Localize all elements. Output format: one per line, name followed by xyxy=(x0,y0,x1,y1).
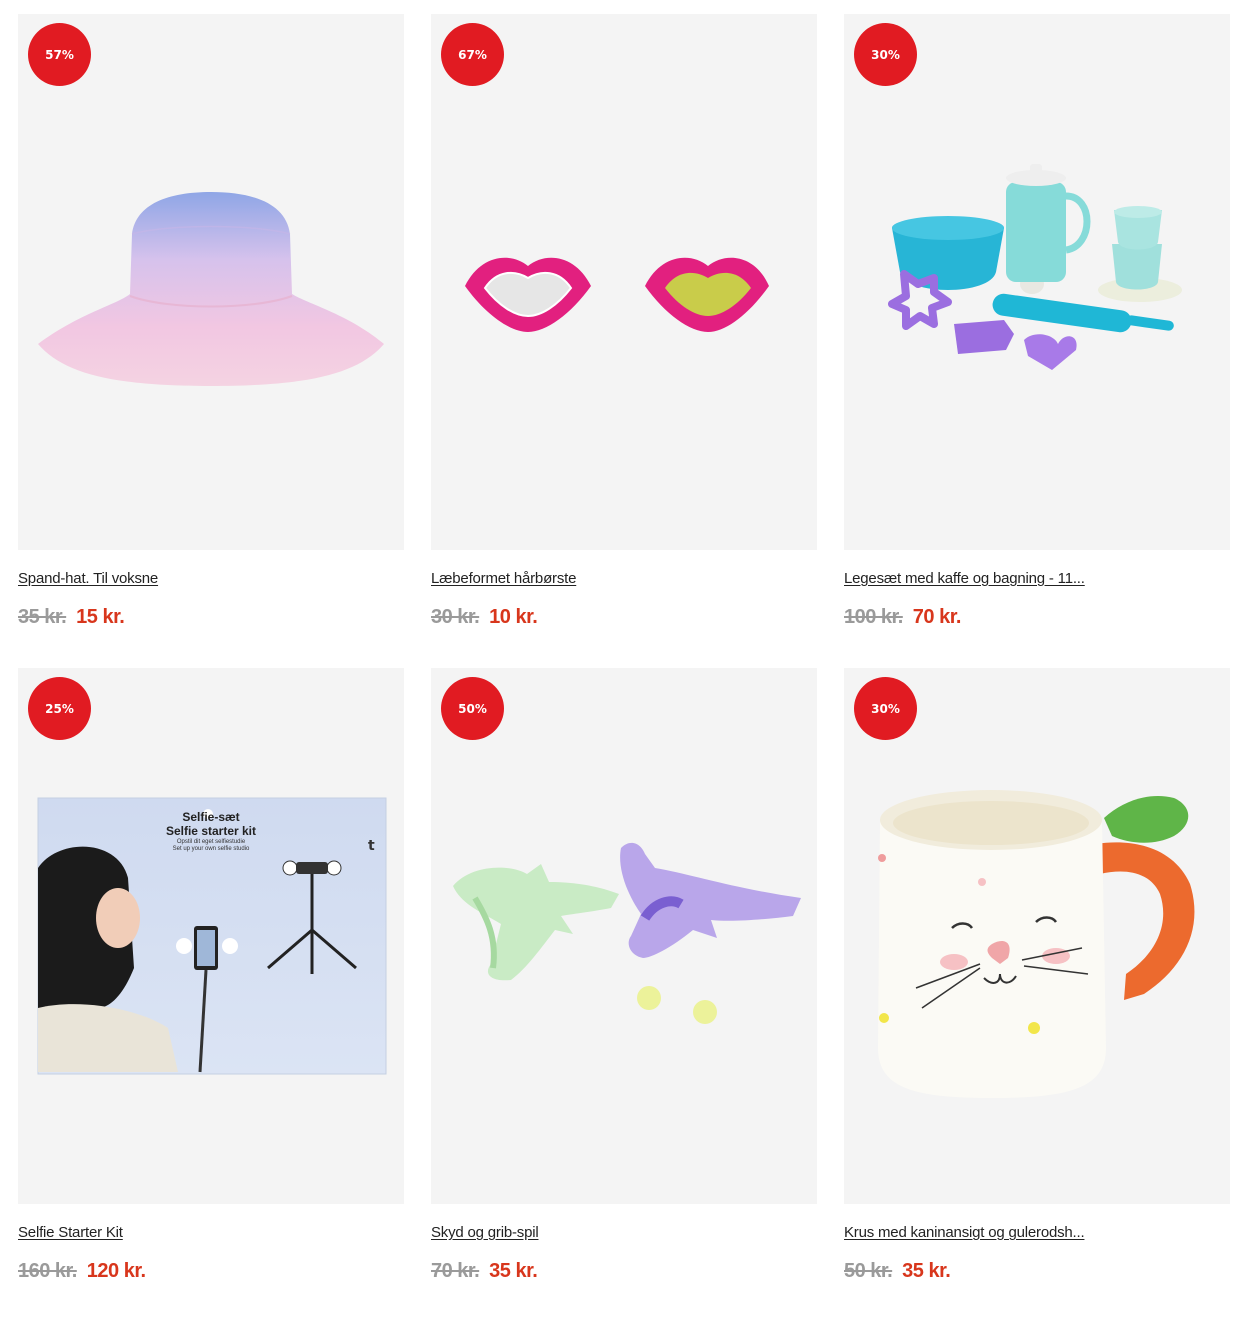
product-image[interactable]: 50% xyxy=(431,668,817,1204)
box-subtitle-1: Opstil dit eget selfiestudie xyxy=(176,839,246,845)
product-image[interactable]: 57% xyxy=(18,14,404,550)
bunny-mug-image xyxy=(878,790,1195,1098)
product-image[interactable]: 30% xyxy=(844,14,1230,550)
box-subtitle-2: Set up your own selfie studio xyxy=(172,846,250,852)
product-grid: 57% Spand-hat. Til voksne 35 kr. 15 kr. … xyxy=(18,14,1230,1322)
discount-badge: 67% xyxy=(441,23,504,86)
product-name-link[interactable]: Selfie Starter Kit xyxy=(18,1224,123,1241)
original-price: 160 kr. xyxy=(18,1260,77,1282)
sale-price: 10 kr. xyxy=(489,606,538,628)
price-row: 50 kr. 35 kr. xyxy=(844,1260,951,1283)
price-row: 35 kr. 15 kr. xyxy=(18,606,125,629)
product-card[interactable]: t Selfie-sæt Selfie starter kit Opstil d… xyxy=(18,668,404,1322)
svg-text:t: t xyxy=(368,838,375,854)
price-row: 70 kr. 35 kr. xyxy=(431,1260,538,1283)
product-card[interactable]: 30% Legesæt med kaffe og bagning - 11...… xyxy=(844,14,1230,668)
price-row: 100 kr. 70 kr. xyxy=(844,606,961,629)
original-price: 35 kr. xyxy=(18,606,67,628)
sale-price: 35 kr. xyxy=(489,1260,538,1282)
play-kitchen-set-image xyxy=(888,164,1182,370)
sale-price: 35 kr. xyxy=(902,1260,951,1282)
product-image[interactable]: t Selfie-sæt Selfie starter kit Opstil d… xyxy=(18,668,404,1204)
product-card[interactable]: 57% Spand-hat. Til voksne 35 kr. 15 kr. xyxy=(18,14,404,668)
box-title-2: Selfie starter kit xyxy=(165,824,257,838)
product-name-link[interactable]: Legesæt med kaffe og bagning - 11... xyxy=(844,570,1085,587)
price-row: 30 kr. 10 kr. xyxy=(431,606,538,629)
discount-badge: 30% xyxy=(854,23,917,86)
selfie-kit-image: t xyxy=(37,797,387,1075)
product-name-link[interactable]: Spand-hat. Til voksne xyxy=(18,570,158,587)
box-title-1: Selfie-sæt xyxy=(182,810,240,824)
product-image[interactable]: 67% xyxy=(431,14,817,550)
sale-price: 120 kr. xyxy=(86,1260,146,1282)
sale-price: 70 kr. xyxy=(912,606,962,628)
bucket-hat-image xyxy=(38,192,384,386)
discount-badge: 30% xyxy=(854,677,917,740)
original-price: 50 kr. xyxy=(844,1260,893,1282)
shark-grabbers-image xyxy=(453,842,801,1024)
product-card[interactable]: 30% Krus med kaninansigt og gulerodsh...… xyxy=(844,668,1230,1322)
discount-badge: 50% xyxy=(441,677,504,740)
product-card[interactable]: 67% Læbeformet hårbørste 30 kr. 10 kr. xyxy=(431,14,817,668)
sale-price: 15 kr. xyxy=(76,606,125,628)
product-name-link[interactable]: Læbeformet hårbørste xyxy=(431,570,576,587)
original-price: 100 kr. xyxy=(844,606,903,628)
product-name-link[interactable]: Skyd og grib-spil xyxy=(431,1224,539,1241)
product-image[interactable]: 30% xyxy=(844,668,1230,1204)
original-price: 70 kr. xyxy=(431,1260,480,1282)
discount-badge: 57% xyxy=(28,23,91,86)
discount-badge: 25% xyxy=(28,677,91,740)
product-card[interactable]: 50% Skyd og grib-spil 70 kr. 35 kr. xyxy=(431,668,817,1322)
lip-brushes-image xyxy=(465,257,769,332)
product-name-link[interactable]: Krus med kaninansigt og gulerodsh... xyxy=(844,1224,1085,1241)
price-row: 160 kr. 120 kr. xyxy=(18,1260,146,1283)
original-price: 30 kr. xyxy=(431,606,480,628)
